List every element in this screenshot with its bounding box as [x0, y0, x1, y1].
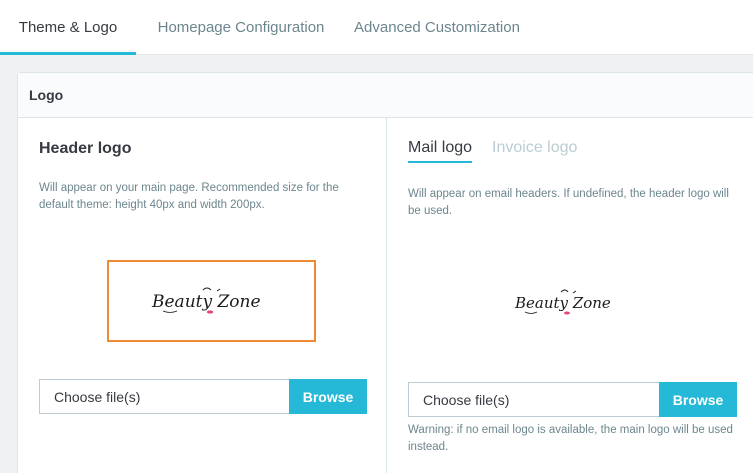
tab-advanced-customization[interactable]: Advanced Customization — [345, 0, 529, 55]
header-logo-browse-button[interactable]: Browse — [289, 379, 367, 414]
header-logo-file-group: Choose file(s) Browse — [39, 379, 367, 414]
svg-text:Beauty Zone: Beauty Zone — [151, 292, 261, 312]
mail-logo-file-input[interactable]: Choose file(s) — [408, 382, 659, 417]
mail-logo-file-group: Choose file(s) Browse — [408, 382, 737, 417]
beauty-zone-logo: Beauty Zone — [512, 287, 624, 319]
header-logo-help: Will appear on your main page. Recommend… — [39, 182, 339, 211]
mail-logo-preview: Beauty Zone — [508, 280, 628, 325]
tab-homepage-configuration[interactable]: Homepage Configuration — [141, 0, 341, 55]
mail-logo-browse-button[interactable]: Browse — [659, 382, 737, 417]
mail-logo-help: Will appear on email headers. If undefin… — [408, 188, 729, 217]
logo-card: Logo Header logo Will appear on your mai… — [17, 72, 753, 473]
svg-text:Beauty Zone: Beauty Zone — [514, 294, 611, 312]
header-logo-title: Header logo — [39, 140, 132, 157]
header-logo-file-input[interactable]: Choose file(s) — [39, 379, 289, 414]
beauty-zone-logo: Beauty Zone — [148, 284, 276, 318]
tab-bar: Theme & Logo Homepage Configuration Adva… — [0, 0, 753, 55]
card-header: Logo — [18, 73, 753, 118]
header-logo-preview: Beauty Zone — [107, 260, 316, 342]
column-divider — [386, 118, 387, 473]
tab-theme-logo[interactable]: Theme & Logo — [0, 0, 136, 55]
tab-mail-logo[interactable]: Mail logo — [408, 139, 473, 163]
mail-logo-warning: Warning: if no email logo is available, … — [408, 424, 733, 453]
tab-invoice-logo[interactable]: Invoice logo — [492, 139, 577, 163]
logo-subtabs: Mail logo Invoice logo — [408, 139, 577, 163]
